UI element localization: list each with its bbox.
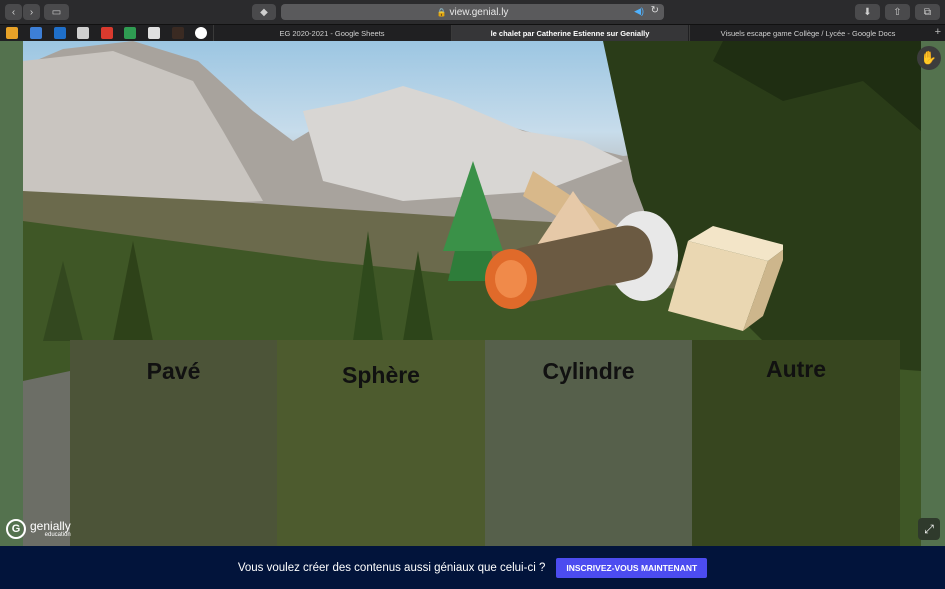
bookmark-b-icon[interactable] (6, 27, 18, 39)
genially-stage: Pavé Sphère Cylindre Autre ✋ (0, 41, 945, 546)
category-autre[interactable]: Autre (692, 340, 900, 546)
browser-toolbar: ‹ › ▭ ◆ 🔒 view.genial.ly ◀) ↻ ⬇ ⇧ ⧉ (0, 0, 945, 25)
tag-button[interactable]: ◆ (252, 4, 276, 20)
category-label: Pavé (146, 358, 201, 384)
mountain-scene: Pavé Sphère Cylindre Autre (23, 41, 921, 546)
reload-icon[interactable]: ↻ (651, 5, 659, 16)
category-label: Autre (765, 356, 827, 382)
signup-button[interactable]: INSCRIVEZ-VOUS MAINTENANT (556, 557, 708, 578)
share-button[interactable]: ⇧ (885, 4, 910, 20)
sidebar-button[interactable]: ▭ (44, 4, 69, 20)
new-tab-icon[interactable]: + (935, 26, 941, 38)
bookmark-bird-icon[interactable] (30, 27, 42, 39)
fullscreen-icon[interactable]: ⤢ (918, 518, 940, 540)
banner-message: Vous voulez créer des contenus aussi gén… (237, 561, 546, 574)
genially-logo[interactable]: G genially education (6, 519, 71, 539)
forward-button[interactable]: › (23, 4, 40, 20)
hand-icon[interactable]: ✋ (917, 46, 941, 70)
bookmark-google-icon[interactable] (195, 27, 207, 39)
lock-icon: 🔒 (436, 7, 447, 17)
bookmark-gmail-icon[interactable] (101, 27, 113, 39)
bookmark-px-icon[interactable] (77, 27, 89, 39)
speaker-icon[interactable]: ◀) (634, 6, 644, 17)
download-icon: ⬇ (863, 6, 872, 18)
share-icon: ⇧ (893, 6, 902, 18)
tabs-overview-button[interactable]: ⧉ (915, 4, 940, 20)
shapes-illustration (443, 161, 783, 331)
tab-genially[interactable]: le chalet par Catherine Estienne sur Gen… (451, 25, 688, 41)
sidebar-icon: ▭ (51, 6, 62, 18)
bookmark-drive-icon[interactable] (124, 27, 136, 39)
category-cylindre[interactable]: Cylindre (485, 340, 692, 546)
category-label: Cylindre (542, 358, 635, 384)
download-button[interactable]: ⬇ (855, 4, 880, 20)
back-icon: ‹ (11, 6, 16, 18)
category-label: Sphère (342, 362, 420, 388)
forward-icon: › (29, 6, 34, 18)
tab-google-docs[interactable]: Visuels escape game Collège / Lycée - Go… (689, 25, 926, 41)
category-sphere[interactable]: Sphère (277, 340, 485, 546)
back-button[interactable]: ‹ (5, 4, 22, 20)
signup-banner: Vous voulez créer des contenus aussi gén… (0, 546, 945, 589)
bookmark-page-icon[interactable] (148, 27, 160, 39)
address-bar[interactable]: 🔒 view.genial.ly ◀) ↻ (281, 4, 664, 20)
tab-google-sheets[interactable]: EG 2020-2021 - Google Sheets (213, 25, 450, 41)
tab-bar: EG 2020-2021 - Google Sheets le chalet p… (0, 25, 945, 41)
url-text: view.genial.ly (449, 6, 509, 18)
bookmark-outlook-icon[interactable] (54, 27, 66, 39)
tag-icon: ◆ (260, 6, 268, 18)
genially-g-icon: G (6, 519, 26, 539)
bookmark-dark-icon[interactable] (172, 27, 184, 39)
category-pave[interactable]: Pavé (70, 340, 277, 546)
tabs-overview-icon: ⧉ (923, 6, 932, 18)
